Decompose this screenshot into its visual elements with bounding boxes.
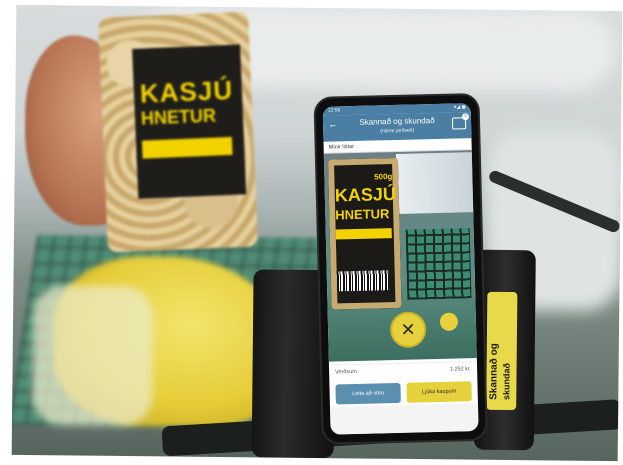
camera-cart-grid [405, 228, 472, 300]
price-value: 1.252 kr. [449, 366, 472, 373]
holder-sticker: Skannað og skundað [486, 291, 518, 411]
action-buttons: Leita að vöru Ljúka kaupum [329, 381, 477, 405]
checkout-button[interactable]: Ljúka kaupum [406, 381, 472, 403]
camera-bag-word2: HNETUR [335, 206, 390, 223]
app-bar: ← Skannað og skundað (nánar jarðsett) 3 [322, 112, 472, 142]
sticker-line2: skundað [501, 362, 512, 401]
status-icons: ▾◢ ◼ [453, 104, 466, 111]
app-subtitle: (nánar jarðsett) [380, 127, 415, 135]
close-icon: ✕ [400, 319, 416, 340]
bottom-area [329, 403, 479, 435]
barcode [336, 270, 390, 292]
bag-word-kasju: KASJÚ [139, 74, 234, 109]
camera-bag-weight: 500g [374, 172, 393, 182]
smartphone: 12:58 ▾◢ ◼ ← Skannað og skundað (nánar j… [315, 94, 486, 443]
camera-viewfinder: 500g KASJÚ HNETUR ✕ [323, 150, 477, 362]
scan-button[interactable]: ✕ [389, 311, 427, 349]
flash-toggle[interactable] [439, 312, 459, 331]
phone-screen: 12:58 ▾◢ ◼ ← Skannað og skundað (nánar j… [322, 103, 479, 435]
price-row: Verðsum 1.252 kr. [328, 361, 478, 381]
plastic-bag [31, 285, 154, 427]
search-product-button[interactable]: Leita að vöru [335, 382, 401, 405]
price-label: Verðsum [335, 368, 357, 376]
sticker-line1: Skannað og [488, 343, 500, 400]
fridge-background [395, 152, 474, 214]
bag-word-hnetur: HNETUR [140, 105, 217, 129]
cashew-bag-label: KASJÚ HNETUR [132, 44, 247, 199]
camera-bag-word1: KASJÚ [334, 183, 397, 206]
photo-scene: KASJÚ HNETUR Skannað og skundað 12:58 ▾◢… [11, 4, 623, 462]
camera-bag-strip [335, 228, 392, 240]
bag-yellow-strip [141, 136, 233, 159]
status-time: 12:58 [327, 107, 341, 114]
